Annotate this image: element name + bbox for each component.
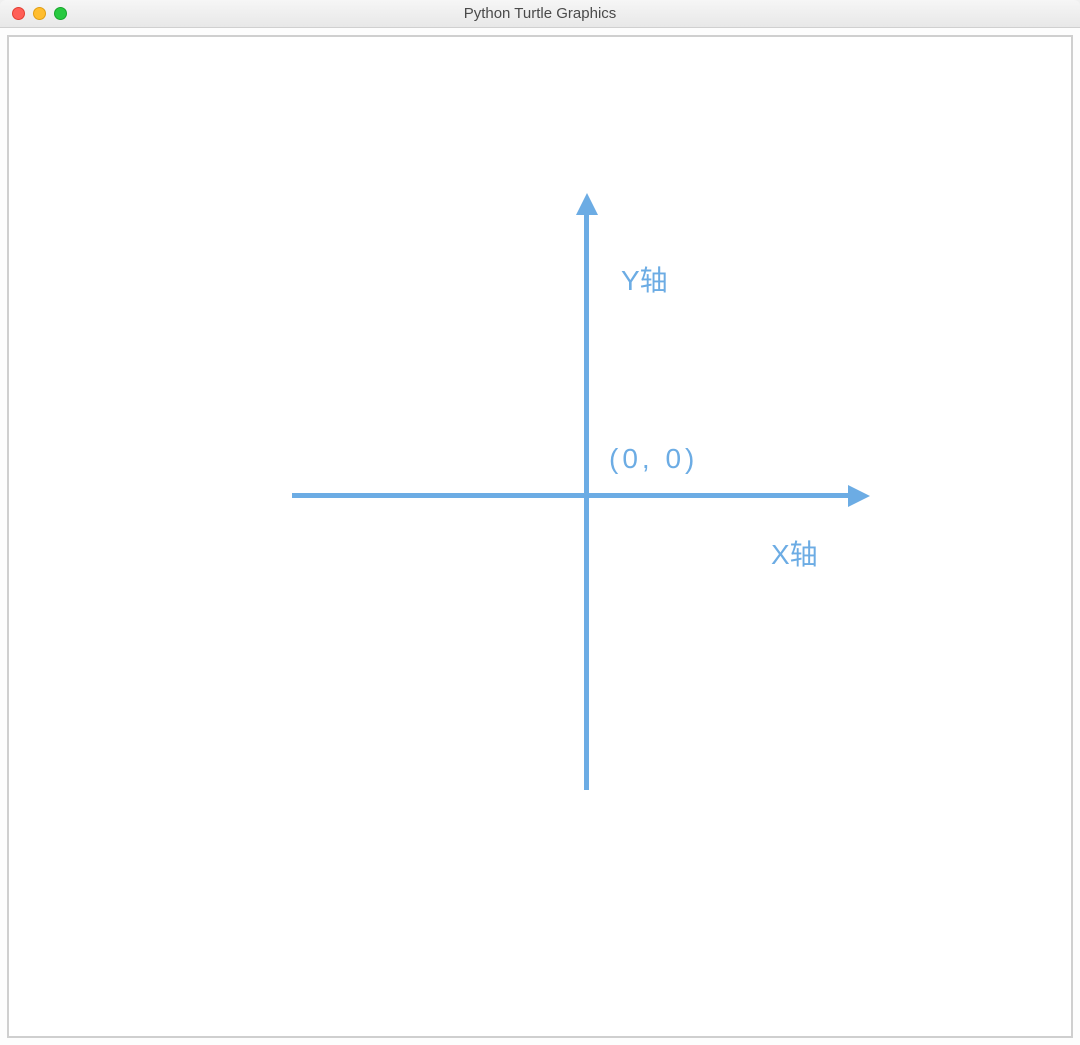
y-axis-line: [584, 214, 589, 790]
close-button[interactable]: [12, 7, 25, 20]
turtle-canvas: Y轴 X轴 (0, 0): [7, 35, 1073, 1038]
maximize-button[interactable]: [54, 7, 67, 20]
y-axis-label: Y轴: [621, 259, 668, 299]
window-title: Python Turtle Graphics: [0, 5, 1080, 22]
origin-label: (0, 0): [609, 443, 698, 475]
traffic-lights: [0, 7, 67, 20]
titlebar: Python Turtle Graphics: [0, 0, 1080, 28]
x-axis-arrow-icon: [848, 485, 870, 507]
x-axis-label: X轴: [771, 533, 818, 573]
window-body: Y轴 X轴 (0, 0): [0, 28, 1080, 1045]
x-axis-line: [292, 493, 848, 498]
y-axis-arrow-icon: [576, 193, 598, 215]
minimize-button[interactable]: [33, 7, 46, 20]
